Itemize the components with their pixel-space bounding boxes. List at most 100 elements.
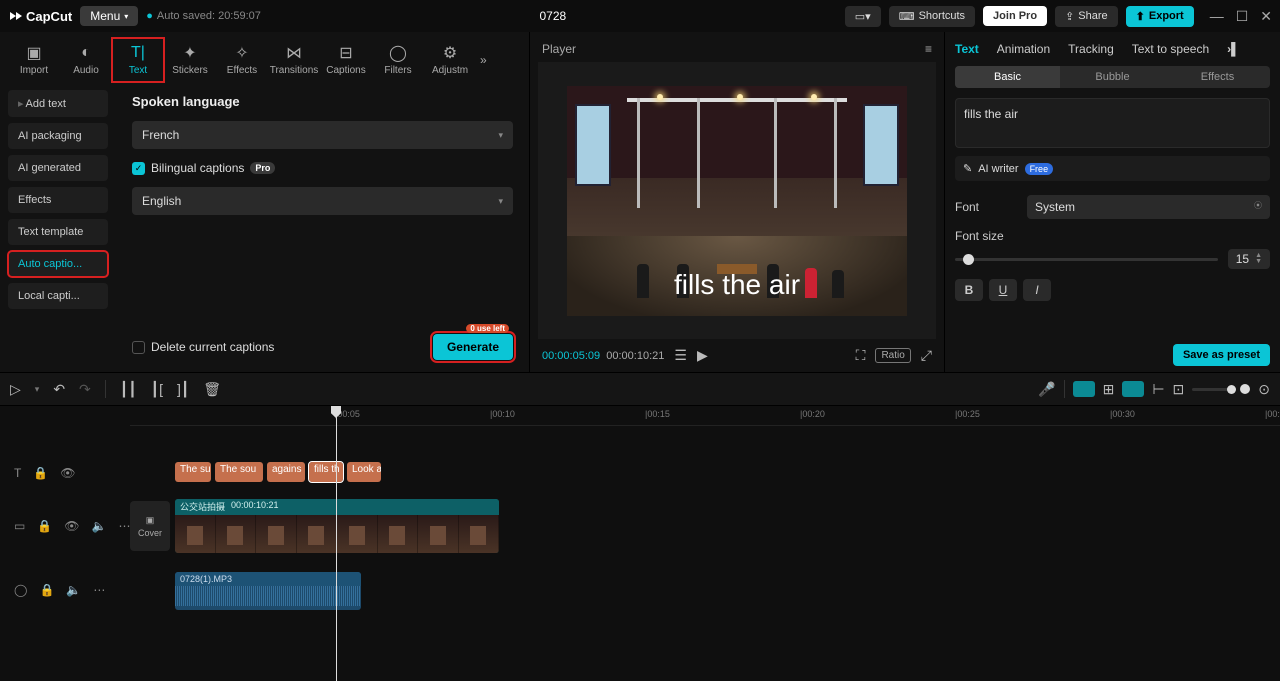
sidebar-item-ai-packaging[interactable]: AI packaging xyxy=(8,123,108,149)
rtab-text[interactable]: Text xyxy=(955,42,979,56)
font-select[interactable]: System⦿ xyxy=(1027,195,1270,219)
rtab-animation[interactable]: Animation xyxy=(997,42,1050,56)
tab-effects[interactable]: ✧Effects xyxy=(216,38,268,82)
caption-clip[interactable]: The sou xyxy=(215,462,263,482)
link-icon[interactable]: ⊡ xyxy=(1173,381,1185,398)
sidebar-item-add-text[interactable]: ▸Add text xyxy=(8,90,108,117)
eye-icon[interactable]: 👁 xyxy=(64,519,79,533)
cover-slot[interactable]: ▣ Cover xyxy=(130,501,170,551)
join-pro-button[interactable]: Join Pro xyxy=(983,6,1047,26)
toggle-1[interactable] xyxy=(1073,381,1095,397)
fullscreen-icon[interactable]: ⤢ xyxy=(921,347,932,364)
caption-clip[interactable]: The su xyxy=(175,462,211,482)
spoken-language-select[interactable]: French▾ xyxy=(132,121,513,149)
rtab-more[interactable]: ›▌ xyxy=(1227,42,1240,56)
video-clip[interactable]: 公交站拍摄00:00:10:21 xyxy=(175,499,499,553)
ai-writer-button[interactable]: ✎ AI writer Free xyxy=(955,156,1270,181)
caption-overlay[interactable]: fills the air xyxy=(666,267,808,304)
zoom-handle[interactable] xyxy=(1240,384,1250,394)
subtab-basic[interactable]: Basic xyxy=(955,66,1060,88)
mute-icon[interactable]: 🔈 xyxy=(66,583,81,597)
save-preset-button[interactable]: Save as preset xyxy=(1173,344,1270,366)
trim-left-tool[interactable]: ┃[ xyxy=(151,381,163,398)
fontsize-input[interactable]: 15 ▲▼ xyxy=(1228,249,1270,269)
playhead[interactable] xyxy=(336,406,337,681)
subtab-effects[interactable]: Effects xyxy=(1165,66,1270,88)
cursor-tool[interactable]: ▷ xyxy=(10,381,21,398)
more-icon[interactable]: ⋯ xyxy=(93,583,105,597)
split-tool[interactable]: ┃┃ xyxy=(120,381,137,398)
tab-stickers[interactable]: ✦Stickers xyxy=(164,38,216,82)
more-icon[interactable]: ⋯ xyxy=(118,519,130,533)
timeline[interactable]: |00:05 |00:10 |00:15 |00:20 |00:25 |00:3… xyxy=(0,406,1280,681)
italic-button[interactable]: I xyxy=(1023,279,1051,301)
tab-text[interactable]: T|Text xyxy=(112,38,164,82)
maximize-button[interactable]: ☐ xyxy=(1236,8,1249,25)
minimize-button[interactable]: — xyxy=(1210,8,1224,25)
bold-button[interactable]: B xyxy=(955,279,983,301)
lock-icon[interactable]: 🔒 xyxy=(39,583,54,597)
tab-audio[interactable]: ◐Audio xyxy=(60,38,112,82)
share-button[interactable]: ⇪Share xyxy=(1055,6,1118,27)
player-viewport[interactable]: fills the air xyxy=(538,62,936,339)
lock-icon[interactable]: 🔒 xyxy=(33,466,48,480)
bilingual-checkbox-row[interactable]: ✓ Bilingual captions Pro xyxy=(132,161,513,175)
crop-icon[interactable]: ⛶ xyxy=(856,347,866,364)
tabs-more[interactable]: » xyxy=(476,53,491,67)
sidebar-item-ai-generated[interactable]: AI generated xyxy=(8,155,108,181)
tab-transitions[interactable]: ⋈Transitions xyxy=(268,38,320,82)
stepper-icon[interactable]: ▲▼ xyxy=(1255,253,1262,265)
ratio-button[interactable]: Ratio xyxy=(875,348,910,363)
rtab-tracking[interactable]: Tracking xyxy=(1068,42,1114,56)
tab-captions[interactable]: ⊟Captions xyxy=(320,38,372,82)
play-button[interactable]: ▶ xyxy=(697,347,708,364)
underline-button[interactable]: U xyxy=(989,279,1017,301)
zoom-slider[interactable] xyxy=(1192,388,1232,391)
caption-text-input[interactable]: fills the air xyxy=(955,98,1270,148)
cursor-dropdown[interactable]: ▾ xyxy=(35,384,40,395)
subtab-bubble[interactable]: Bubble xyxy=(1060,66,1165,88)
caption-clip[interactable]: Look a xyxy=(347,462,381,482)
sidebar-item-text-template[interactable]: Text template xyxy=(8,219,108,245)
mic-icon[interactable]: 🎤 xyxy=(1038,381,1055,398)
trim-right-tool[interactable]: ]┃ xyxy=(177,381,189,398)
effects-icon: ✧ xyxy=(235,44,248,62)
zoom-fit-icon[interactable]: ⊙ xyxy=(1258,381,1270,398)
ruler-tick: |00:20 xyxy=(800,409,825,419)
generate-button[interactable]: 0 use left Generate xyxy=(433,334,513,360)
mute-icon[interactable]: 🔈 xyxy=(92,519,107,533)
tab-adjustment[interactable]: ⚙Adjustm xyxy=(424,38,476,82)
tab-import[interactable]: ▣Import xyxy=(8,38,60,82)
redo-button[interactable]: ↷ xyxy=(79,381,91,398)
menu-button[interactable]: Menu▾ xyxy=(80,6,138,26)
list-icon[interactable]: ☰ xyxy=(674,347,687,364)
delete-captions-checkbox[interactable]: Delete current captions xyxy=(132,340,274,354)
sidebar-item-local-captions[interactable]: Local capti... xyxy=(8,283,108,309)
align-icon[interactable]: ⊞ xyxy=(1103,381,1115,398)
bilingual-language-select[interactable]: English▾ xyxy=(132,187,513,215)
timeline-ruler[interactable]: |00:05 |00:10 |00:15 |00:20 |00:25 |00:3… xyxy=(130,406,1280,426)
sidebar-item-effects[interactable]: Effects xyxy=(8,187,108,213)
tab-filters[interactable]: ◯Filters xyxy=(372,38,424,82)
export-button[interactable]: ⬆Export xyxy=(1126,6,1194,27)
titlebar: CapCut Menu▾ ● Auto saved: 20:59:07 0728… xyxy=(0,0,1280,32)
text-sidebar: ▸Add text AI packaging AI generated Effe… xyxy=(0,82,116,372)
rtab-tts[interactable]: Text to speech xyxy=(1132,42,1209,56)
caption-clip[interactable]: agains xyxy=(267,462,305,482)
magnet-icon[interactable]: ⊢ xyxy=(1152,381,1164,398)
eye-icon[interactable]: 👁 xyxy=(60,466,75,480)
audio-clip[interactable]: 0728(1).MP3 xyxy=(175,572,361,610)
delete-tool[interactable]: 🗑 xyxy=(203,381,221,398)
undo-button[interactable]: ↶ xyxy=(53,381,65,398)
layout-button[interactable]: ▭▾ xyxy=(845,6,881,27)
close-button[interactable]: ✕ xyxy=(1260,8,1272,25)
sidebar-item-auto-captions[interactable]: Auto captio... xyxy=(8,251,108,277)
fontsize-slider[interactable] xyxy=(955,258,1218,261)
shortcuts-button[interactable]: ⌨Shortcuts xyxy=(889,6,975,27)
lock-icon[interactable]: 🔒 xyxy=(37,519,52,533)
toggle-2[interactable] xyxy=(1122,381,1144,397)
media-tabs: ▣Import ◐Audio T|Text ✦Stickers ✧Effects… xyxy=(0,32,529,82)
ruler-tick: |00:15 xyxy=(645,409,670,419)
caption-clip[interactable]: fills th xyxy=(309,462,343,482)
player-menu-icon[interactable]: ≡ xyxy=(925,42,932,56)
